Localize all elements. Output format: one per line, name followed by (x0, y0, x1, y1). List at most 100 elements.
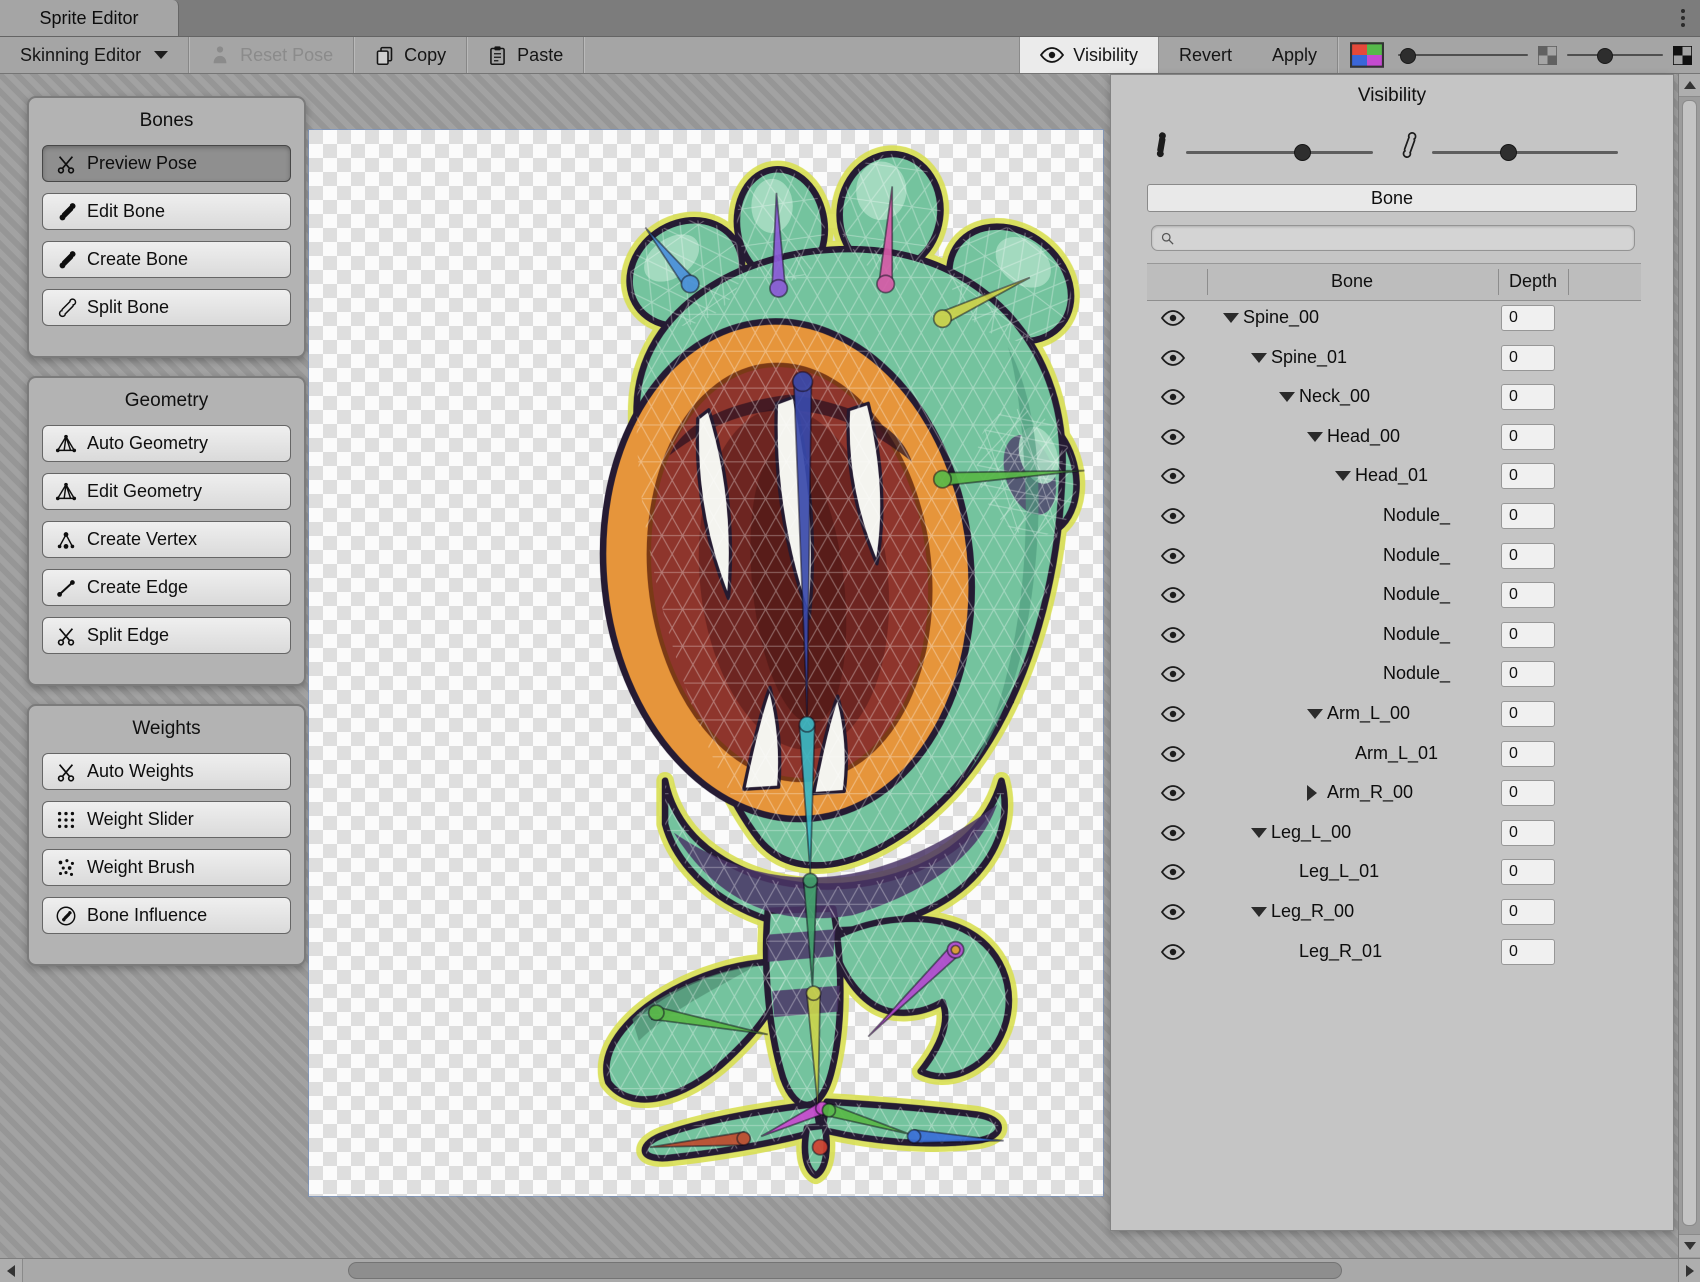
window-menu-button[interactable] (1666, 0, 1700, 36)
weight-slider-button[interactable]: Weight Slider (42, 801, 291, 838)
bone-opacity-knob[interactable] (1294, 144, 1311, 161)
foldout-icon[interactable] (1251, 907, 1267, 917)
auto-weights-button[interactable]: Auto Weights (42, 753, 291, 790)
bone-name[interactable]: Spine_00 (1243, 307, 1319, 328)
bone-row[interactable]: Head_00 0 (1111, 418, 1673, 458)
search-input[interactable] (1181, 229, 1626, 248)
bone-name[interactable]: Nodule_ (1383, 505, 1450, 526)
depth-field[interactable]: 0 (1501, 543, 1555, 569)
apply-button[interactable]: Apply (1252, 37, 1337, 73)
tab-sprite-editor[interactable]: Sprite Editor (0, 0, 179, 36)
foldout-icon[interactable] (1307, 709, 1323, 719)
foldout-icon[interactable] (1307, 432, 1323, 442)
skinning-editor-dropdown[interactable]: Skinning Editor (0, 37, 188, 73)
eye-icon[interactable] (1161, 904, 1185, 920)
create-edge-button[interactable]: Create Edge (42, 569, 291, 606)
depth-field[interactable]: 0 (1501, 859, 1555, 885)
bone-row[interactable]: Leg_R_01 0 (1111, 933, 1673, 973)
sprite-opacity-slider[interactable] (1567, 45, 1663, 65)
eye-icon[interactable] (1161, 825, 1185, 841)
paste-button[interactable]: Paste (467, 37, 583, 73)
depth-field[interactable]: 0 (1501, 820, 1555, 846)
bone-opacity-slider[interactable] (1186, 151, 1373, 154)
eye-icon[interactable] (1161, 666, 1185, 682)
weight-brush-button[interactable]: Weight Brush (42, 849, 291, 886)
depth-field[interactable]: 0 (1501, 305, 1555, 331)
scroll-up-button[interactable] (1679, 74, 1700, 97)
eye-icon[interactable] (1161, 864, 1185, 880)
bone-name[interactable]: Leg_L_00 (1271, 822, 1351, 843)
eye-icon[interactable] (1161, 944, 1185, 960)
eye-icon[interactable] (1161, 389, 1185, 405)
overlay-opacity-slider[interactable] (1398, 45, 1528, 65)
bone-tab-button[interactable]: Bone (1147, 184, 1637, 212)
bone-name[interactable]: Leg_R_00 (1271, 901, 1354, 922)
foldout-icon[interactable] (1251, 353, 1267, 363)
split-bone-button[interactable]: Split Bone (42, 289, 291, 326)
bone-row[interactable]: Nodule_ 0 (1111, 537, 1673, 577)
bone-name[interactable]: Leg_L_01 (1299, 861, 1379, 882)
create-vertex-button[interactable]: Create Vertex (42, 521, 291, 558)
slider-knob[interactable] (1597, 48, 1613, 64)
bone-search-box[interactable] (1151, 225, 1635, 251)
depth-field[interactable]: 0 (1501, 780, 1555, 806)
preview-pose-button[interactable]: Preview Pose (42, 145, 291, 182)
copy-button[interactable]: Copy (354, 37, 466, 73)
bone-row[interactable]: Leg_R_00 0 (1111, 893, 1673, 933)
foldout-icon[interactable] (1335, 471, 1351, 481)
edit-bone-button[interactable]: Edit Bone (42, 193, 291, 230)
depth-field[interactable]: 0 (1501, 503, 1555, 529)
depth-field[interactable]: 0 (1501, 345, 1555, 371)
bone-row[interactable]: Nodule_ 0 (1111, 576, 1673, 616)
bone-name[interactable]: Head_00 (1327, 426, 1400, 447)
depth-field[interactable]: 0 (1501, 899, 1555, 925)
eye-icon[interactable] (1161, 785, 1185, 801)
bone-row[interactable]: Arm_L_01 0 (1111, 735, 1673, 775)
bone-name[interactable]: Nodule_ (1383, 584, 1450, 605)
eye-icon[interactable] (1161, 350, 1185, 366)
column-header-bone[interactable]: Bone (1331, 271, 1373, 292)
depth-field[interactable]: 0 (1501, 463, 1555, 489)
create-bone-button[interactable]: Create Bone (42, 241, 291, 278)
bone-name[interactable]: Leg_R_01 (1299, 941, 1382, 962)
mesh-opacity-knob[interactable] (1500, 144, 1517, 161)
depth-field[interactable]: 0 (1501, 939, 1555, 965)
scroll-down-button[interactable] (1679, 1234, 1700, 1257)
eye-icon[interactable] (1161, 310, 1185, 326)
depth-field[interactable]: 0 (1501, 661, 1555, 687)
eye-icon[interactable] (1161, 627, 1185, 643)
bone-influence-button[interactable]: Bone Influence (42, 897, 291, 934)
revert-button[interactable]: Revert (1159, 37, 1252, 73)
bone-row[interactable]: Nodule_ 0 (1111, 616, 1673, 656)
foldout-icon[interactable] (1279, 392, 1295, 402)
bone-name[interactable]: Arm_L_01 (1355, 743, 1438, 764)
foldout-icon[interactable] (1307, 785, 1317, 801)
bone-row[interactable]: Nodule_ 0 (1111, 497, 1673, 537)
bone-name[interactable]: Arm_L_00 (1327, 703, 1410, 724)
bone-name[interactable]: Nodule_ (1383, 663, 1450, 684)
sprite-canvas[interactable] (309, 130, 1103, 1196)
bone-name[interactable]: Nodule_ (1383, 624, 1450, 645)
bone-row[interactable]: Arm_R_00 0 (1111, 774, 1673, 814)
bone-row[interactable]: Neck_00 0 (1111, 378, 1673, 418)
slider-knob[interactable] (1400, 48, 1416, 64)
horizontal-scrollbar[interactable] (0, 1258, 1700, 1282)
depth-field[interactable]: 0 (1501, 741, 1555, 767)
reset-pose-button[interactable]: Reset Pose (189, 37, 353, 73)
scroll-left-button[interactable] (0, 1259, 23, 1282)
eye-icon[interactable] (1161, 468, 1185, 484)
mesh-opacity-slider[interactable] (1432, 151, 1618, 154)
bone-name[interactable]: Head_01 (1355, 465, 1428, 486)
split-edge-button[interactable]: Split Edge (42, 617, 291, 654)
edit-geometry-button[interactable]: Edit Geometry (42, 473, 291, 510)
depth-field[interactable]: 0 (1501, 424, 1555, 450)
vertical-scroll-thumb[interactable] (1682, 100, 1697, 1226)
bone-row[interactable]: Arm_L_00 0 (1111, 695, 1673, 735)
visibility-toggle-button[interactable]: Visibility (1019, 37, 1159, 73)
bone-row[interactable]: Spine_00 0 (1111, 299, 1673, 339)
color-swatch-button[interactable] (1350, 42, 1384, 68)
bone-name[interactable]: Neck_00 (1299, 386, 1370, 407)
bone-name[interactable]: Nodule_ (1383, 545, 1450, 566)
bone-row[interactable]: Spine_01 0 (1111, 339, 1673, 379)
column-header-depth[interactable]: Depth (1509, 271, 1557, 292)
